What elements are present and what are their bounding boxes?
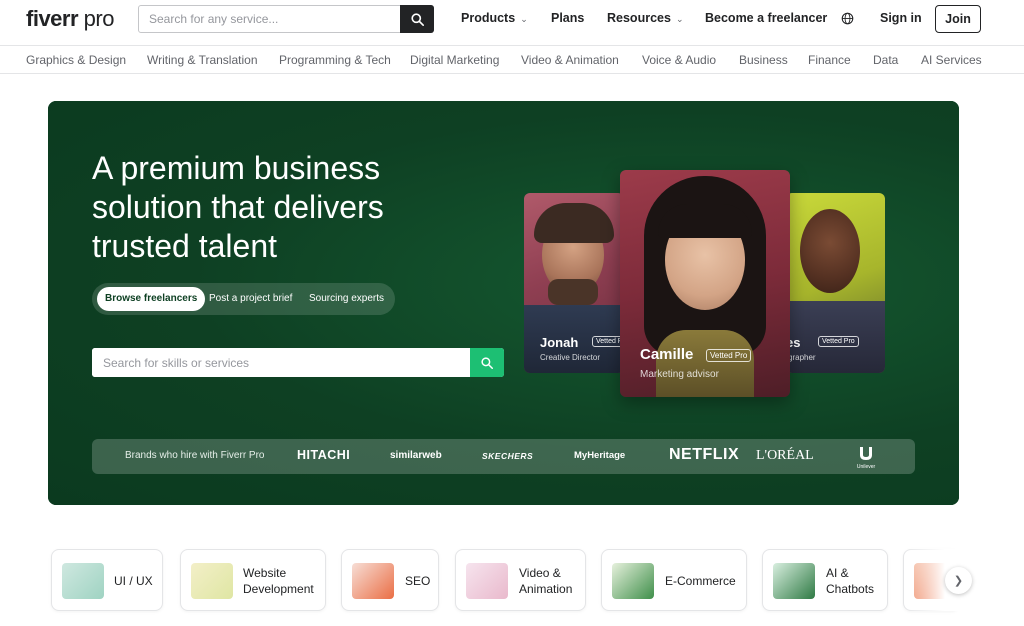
service-card-website-development[interactable]: Website Development — [180, 549, 326, 611]
nav-plans[interactable]: Plans — [551, 11, 584, 25]
header-search-button[interactable] — [400, 5, 434, 33]
chevron-down-icon: ⌄ — [520, 14, 528, 24]
brand-logo-unilever: Unilever — [856, 446, 876, 470]
category-business[interactable]: Business — [739, 53, 788, 67]
freelancer-card-right[interactable]: es Vetted Pro grapher — [786, 193, 885, 373]
brand-logo-myheritage: MyHeritage — [574, 450, 626, 461]
service-card-seo[interactable]: SEO — [341, 549, 439, 611]
hero-search-button[interactable] — [470, 348, 504, 377]
fiverr-pro-logo[interactable]: fiverr pro — [26, 6, 114, 32]
hero-title: A premium business solution that deliver… — [92, 150, 384, 264]
category-writing-translation[interactable]: Writing & Translation — [147, 53, 258, 67]
unilever-icon — [860, 447, 872, 460]
card-role: Marketing advisor — [640, 369, 719, 380]
category-voice-audio[interactable]: Voice & Audio — [642, 53, 716, 67]
freelancer-hair — [534, 203, 614, 243]
search-icon — [481, 356, 493, 369]
card-role: grapher — [788, 353, 816, 362]
service-label: SEO — [405, 574, 431, 588]
nav-products[interactable]: Products ⌄ — [461, 11, 528, 25]
search-icon — [410, 12, 424, 26]
globe-icon[interactable] — [841, 12, 854, 30]
freelancer-beard — [548, 279, 598, 305]
service-card-e-commerce[interactable]: E-Commerce — [601, 549, 747, 611]
nav-become-freelancer[interactable]: Become a freelancer — [705, 11, 827, 25]
freelancer-bangs — [658, 204, 752, 238]
category-nav: Graphics & Design Writing & Translation … — [0, 45, 1024, 74]
ui-ux-icon — [62, 563, 104, 599]
service-label: Video & Animation — [519, 566, 573, 596]
service-card-video-animation[interactable]: Video & Animation — [455, 549, 586, 611]
tab-post-project-brief[interactable]: Post a project brief — [201, 287, 300, 311]
brand-logo-skechers: SKECHERS — [482, 451, 534, 461]
header-search-input[interactable] — [139, 6, 401, 32]
vetted-badge: Vetted Pro — [706, 349, 752, 362]
service-label: E-Commerce — [665, 574, 736, 588]
top-header: fiverr pro Products⌄ Plans Resources⌄ Be… — [0, 0, 1024, 38]
card-name: Jonah — [540, 335, 579, 350]
chevron-right-icon: ❯ — [953, 575, 964, 587]
brand-logo-loreal: L'ORÉAL — [756, 448, 814, 463]
hero-banner: A premium business solution that deliver… — [48, 101, 959, 505]
category-data[interactable]: Data — [873, 53, 898, 67]
brand-logo-similarweb: similarweb — [390, 450, 442, 461]
category-graphics-design[interactable]: Graphics & Design — [26, 53, 126, 67]
ai-chatbots-icon — [773, 563, 815, 599]
freelancer-scarf — [656, 330, 754, 397]
service-card-ai-chatbots[interactable]: AI & Chatbots — [762, 549, 888, 611]
sign-in-link[interactable]: Sign in — [880, 11, 922, 25]
freelancer-card-camille[interactable]: Camille Vetted Pro Marketing advisor — [620, 170, 790, 397]
brand-logo-netflix: NETFLIX — [669, 446, 740, 463]
hero-search-input[interactable] — [92, 348, 470, 377]
tab-browse-freelancers[interactable]: Browse freelancers — [97, 287, 206, 311]
category-ai-services[interactable]: AI Services — [921, 53, 982, 67]
card-role: Creative Director — [540, 353, 601, 362]
video-animation-icon — [466, 563, 508, 599]
freelancer-photo — [800, 209, 860, 293]
carousel-next-button[interactable]: ❯ — [945, 567, 972, 594]
category-digital-marketing[interactable]: Digital Marketing — [410, 53, 499, 67]
brands-label: Brands who hire with Fiverr Pro — [125, 450, 265, 461]
nav-resources[interactable]: Resources ⌄ — [607, 11, 683, 25]
hero-search — [92, 348, 504, 377]
chevron-down-icon: ⌄ — [675, 14, 684, 24]
category-finance[interactable]: Finance — [808, 53, 851, 67]
service-label: Website Development — [243, 566, 314, 596]
service-card-ui-ux[interactable]: UI / UX — [51, 549, 163, 611]
join-button[interactable]: Join — [935, 5, 981, 33]
service-label: UI / UX — [114, 574, 153, 588]
tab-sourcing-experts[interactable]: Sourcing experts — [301, 287, 392, 311]
e-commerce-icon — [612, 563, 654, 599]
brand-logo-hitachi: HITACHI — [297, 448, 351, 462]
website-development-icon — [191, 563, 233, 599]
vetted-badge: Vetted Pro — [818, 336, 859, 347]
category-video-animation[interactable]: Video & Animation — [521, 53, 619, 67]
header-search — [138, 5, 434, 33]
brands-bar: Brands who hire with Fiverr Pro HITACHI … — [92, 439, 915, 474]
card-name: Camille — [640, 346, 694, 363]
category-programming-tech[interactable]: Programming & Tech — [279, 53, 391, 67]
service-label: AI & Chatbots — [826, 566, 875, 596]
freelancer-card-jonah[interactable]: Jonah Vetted P Creative Director — [524, 193, 624, 373]
seo-icon — [352, 563, 394, 599]
hero-tabs: Browse freelancers Post a project brief … — [92, 283, 395, 315]
